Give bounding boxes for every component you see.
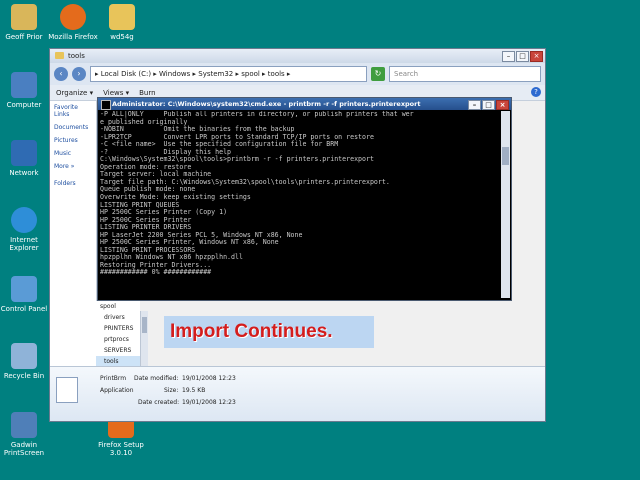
minimize-button[interactable]: – (502, 51, 515, 62)
desktop-icon-label: Mozilla Firefox (48, 33, 98, 41)
cmd-minimize-button[interactable]: – (468, 100, 481, 110)
desktop-icon-wd54g[interactable]: wd54g (94, 4, 150, 41)
desktop-icon-firefox[interactable]: Mozilla Firefox (45, 4, 101, 41)
created-value: 19/01/2008 12:23 (182, 399, 236, 406)
desktop-icon-label: Recycle Bin (3, 372, 45, 380)
desktop-icon-control-panel[interactable]: Control Panel (0, 276, 52, 313)
nav-link-pictures[interactable]: Pictures (50, 134, 96, 147)
desktop-icon-computer[interactable]: Computer (0, 72, 52, 109)
internet-explorer-icon (11, 207, 37, 233)
modified-label: Date modified: (134, 375, 179, 382)
cmd-scrollbar[interactable] (501, 111, 510, 298)
help-icon[interactable]: ? (531, 87, 541, 97)
scrollbar-thumb[interactable] (502, 147, 509, 165)
cmd-icon (101, 100, 111, 110)
desktop-icon-label: Internet Explorer (9, 236, 39, 252)
file-type: Application (100, 387, 134, 394)
forward-button[interactable]: › (72, 67, 86, 81)
console-output[interactable]: -P ALL|ONLY Publish all printers in dire… (100, 111, 499, 298)
file-name: PrintBrm (100, 375, 127, 382)
console-line: ############ 0% ############ (100, 268, 212, 277)
views-button[interactable]: Views ▾ (103, 89, 129, 97)
desktop-icon-label: Control Panel (0, 305, 48, 313)
user-folder-icon (11, 4, 37, 30)
cmd-window-title: Administrator: C:\Windows\system32\cmd.e… (112, 100, 421, 108)
address-row: ‹ › ▸ Local Disk (C:) ▸ Windows ▸ System… (50, 63, 545, 85)
organize-button[interactable]: Organize ▾ (56, 89, 93, 97)
tree-item[interactable]: prtprocs (96, 334, 140, 345)
window-controls: – □ × (502, 51, 543, 62)
desktop-icon-label: Firefox Setup 3.0.10 (98, 441, 144, 457)
favorite-links-header: Favorite Links (54, 104, 78, 118)
explorer-title-bar[interactable]: tools – □ × (50, 49, 545, 63)
cmd-close-button[interactable]: × (496, 100, 509, 110)
desktop-icon-network[interactable]: Network (0, 140, 52, 177)
tree-item[interactable]: spool (96, 301, 140, 312)
nav-link-music[interactable]: Music (50, 147, 96, 160)
cmd-window-controls: – □ × (468, 100, 509, 110)
search-input[interactable]: Search (389, 66, 541, 82)
nav-link-documents[interactable]: Documents (50, 121, 96, 134)
desktop-icon-label: Network (9, 169, 39, 177)
desktop-icon-label: Gadwin PrintScreen (3, 441, 45, 457)
window-title: tools (68, 52, 85, 60)
size-value: 19.5 KB (182, 387, 206, 394)
cmd-window: Administrator: C:\Windows\system32\cmd.e… (97, 97, 512, 301)
maximize-button[interactable]: □ (516, 51, 529, 62)
tree-item[interactable]: SERVERS (96, 345, 140, 356)
desktop-icon-internet-explorer[interactable]: Internet Explorer (0, 207, 52, 252)
size-label: Size: (164, 387, 179, 394)
desktop-icon-gadwin[interactable]: Gadwin PrintScreen (0, 412, 52, 457)
desktop-icon-label: wd54g (110, 33, 134, 41)
network-icon (11, 140, 37, 166)
application-icon (56, 377, 78, 403)
recycle-bin-icon (11, 343, 37, 369)
back-button[interactable]: ‹ (54, 67, 68, 81)
address-bar[interactable]: ▸ Local Disk (C:) ▸ Windows ▸ System32 ▸… (90, 66, 367, 82)
navigation-pane: Favorite Links Documents Pictures Music … (50, 101, 97, 367)
tree-item[interactable]: drivers (96, 312, 140, 323)
folder-icon (55, 52, 64, 59)
desktop-icon-recycle-bin[interactable]: Recycle Bin (0, 343, 52, 380)
camera-icon (11, 412, 37, 438)
nav-link-more[interactable]: More » (50, 160, 96, 173)
tree-item[interactable]: PRINTERS (96, 323, 140, 334)
control-panel-icon (11, 276, 37, 302)
details-pane: PrintBrm Date modified: 19/01/2008 12:23… (50, 366, 545, 421)
folders-header[interactable]: Folders (50, 177, 96, 190)
modified-value: 19/01/2008 12:23 (182, 375, 236, 382)
cmd-maximize-button[interactable]: □ (482, 100, 495, 110)
annotation-banner: Import Continues. (164, 316, 374, 348)
burn-button[interactable]: Burn (139, 89, 155, 97)
folder-icon (109, 4, 135, 30)
firefox-icon (60, 4, 86, 30)
desktop-icon-label: Computer (6, 101, 42, 109)
created-label: Date created: (138, 399, 180, 406)
cmd-title-bar[interactable]: Administrator: C:\Windows\system32\cmd.e… (98, 98, 511, 110)
computer-icon (11, 72, 37, 98)
close-button[interactable]: × (530, 51, 543, 62)
scrollbar-thumb[interactable] (142, 317, 147, 333)
refresh-button[interactable]: ↻ (371, 67, 385, 81)
